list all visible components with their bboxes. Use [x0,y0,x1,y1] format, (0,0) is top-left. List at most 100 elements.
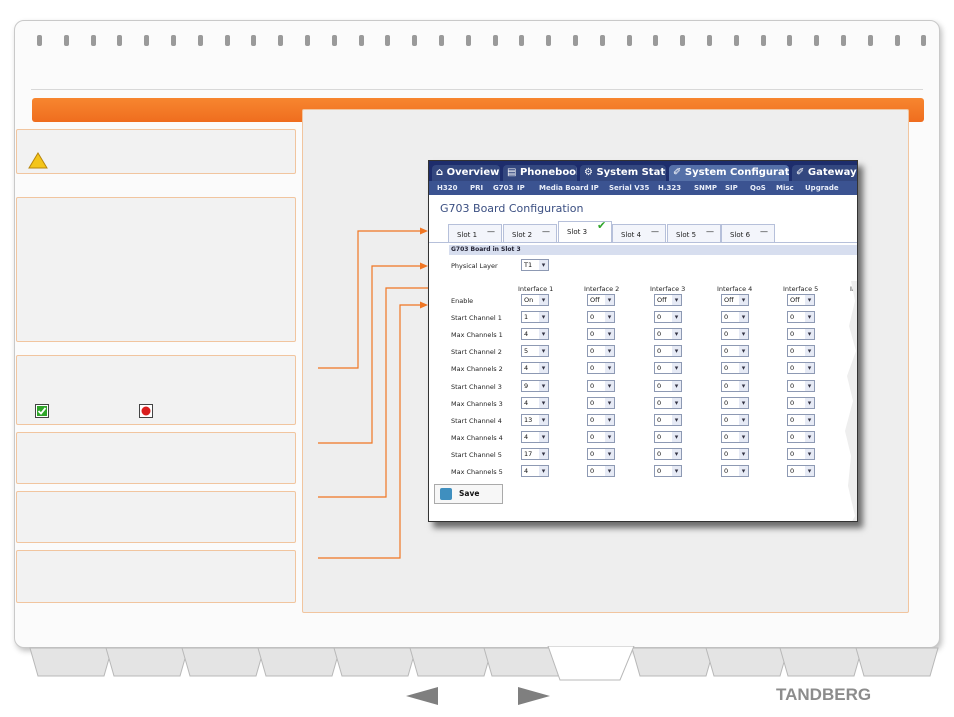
chapter-tab[interactable] [631,647,715,677]
channel-select[interactable]: 0 [587,396,615,409]
subnav-item[interactable]: Misc [776,181,794,195]
channel-select[interactable]: 4 [521,328,549,341]
subnav-item[interactable]: QoS [750,181,766,195]
chapter-tab[interactable] [105,647,189,677]
channel-select[interactable]: 0 [787,345,815,358]
tab-system-configuration[interactable]: ✐ System Configuration [669,165,789,181]
channel-select[interactable]: 0 [787,413,815,426]
channel-select[interactable]: 0 [787,447,815,460]
channel-select[interactable]: 0 [787,430,815,443]
save-button[interactable]: Save [434,484,503,504]
channel-select[interactable]: 0 [654,413,682,426]
channel-select[interactable]: 0 [587,413,615,426]
chapter-tab[interactable] [409,647,493,677]
channel-select[interactable]: 0 [654,396,682,409]
channel-select[interactable]: Off [587,294,615,306]
physical-layer-value: T1 [524,261,533,269]
channel-select[interactable]: 0 [787,379,815,392]
channel-select[interactable]: 0 [721,396,749,409]
channel-select[interactable]: 0 [587,328,615,341]
channel-select-value: 0 [657,347,662,356]
tab-slot-1[interactable]: Slot 1 — [448,224,502,242]
tab-slot-3[interactable]: Slot 3 ✔ [558,220,612,243]
channel-select[interactable]: 0 [654,362,682,375]
channel-select[interactable]: 0 [587,345,615,358]
channel-select[interactable]: 5 [521,345,549,358]
subnav-item[interactable]: H320 [437,181,457,195]
subnav-item[interactable]: IP [517,181,525,195]
chapter-tab[interactable] [705,647,789,677]
subnav-item[interactable]: Upgrade [805,181,839,195]
channel-select[interactable]: 0 [721,413,749,426]
tab-slot-4[interactable]: Slot 4 — [612,224,666,242]
channel-select[interactable]: 0 [721,379,749,392]
tab-slot-2[interactable]: Slot 2 — [503,224,557,242]
channel-select[interactable]: 0 [787,328,815,341]
channel-select[interactable]: 0 [587,430,615,443]
channel-select[interactable]: 0 [654,465,682,477]
channel-select[interactable]: 0 [654,379,682,392]
tab-system-status[interactable]: ⚙ System Status [580,165,666,181]
channel-select[interactable]: 0 [654,311,682,324]
channel-select[interactable]: 0 [654,345,682,358]
tab-overview[interactable]: ⌂ Overview [432,165,500,181]
channel-select[interactable]: 0 [654,447,682,460]
channel-select[interactable]: 9 [521,379,549,392]
channel-select[interactable]: 4 [521,430,549,443]
chapter-tab-active[interactable] [547,646,635,681]
channel-select[interactable]: 1 [521,311,549,324]
subnav-item[interactable]: G703 [493,181,513,195]
channel-select[interactable]: 17 [521,447,549,460]
channel-select[interactable]: 0 [721,311,749,324]
channel-select-value: 0 [790,398,795,407]
subnav-item[interactable]: H.323 [658,181,681,195]
chapter-tab[interactable] [257,647,341,677]
physical-layer-label: Physical Layer [451,262,498,270]
chapter-tab[interactable] [779,647,863,677]
channel-select[interactable]: 0 [587,311,615,324]
channel-select[interactable]: 4 [521,362,549,375]
channel-select[interactable]: 0 [721,465,749,477]
channel-select[interactable]: 0 [587,465,615,477]
channel-select[interactable]: 0 [587,379,615,392]
channel-select[interactable]: 0 [787,465,815,477]
slot-tab-label: Slot 4 [621,231,642,239]
channel-select[interactable]: 0 [721,430,749,443]
subnav-item[interactable]: SIP [725,181,738,195]
channel-select[interactable]: Off [721,294,749,306]
channel-select-value: 4 [524,432,529,441]
channel-select[interactable]: 0 [721,362,749,375]
subnav-item[interactable]: Media Board IP [539,181,599,195]
chapter-tab[interactable] [333,647,417,677]
channel-select[interactable]: 0 [787,362,815,375]
channel-select[interactable]: 0 [654,430,682,443]
subnav-item[interactable]: PRI [470,181,483,195]
channel-select[interactable]: 4 [521,465,549,477]
channel-select[interactable]: 0 [587,362,615,375]
tab-slot-6[interactable]: Slot 6 — [721,224,775,242]
channel-select[interactable]: On [521,294,549,306]
channel-select[interactable]: 4 [521,396,549,409]
channel-select[interactable]: 13 [521,413,549,426]
channel-select[interactable]: 0 [587,447,615,460]
chapter-tab[interactable] [181,647,265,677]
channel-select[interactable]: Off [654,294,682,306]
channel-select[interactable]: 0 [787,311,815,324]
channel-select-value: 0 [790,381,795,390]
channel-select[interactable]: 0 [654,328,682,341]
physical-layer-select[interactable]: T1 [521,259,549,271]
tab-slot-5[interactable]: Slot 5 — [667,224,721,242]
channel-select[interactable]: 0 [787,396,815,409]
channel-select[interactable]: 0 [721,345,749,358]
arrow-left-icon[interactable] [406,686,438,706]
tab-gateway[interactable]: ✐ Gateway C [792,165,857,181]
channel-select[interactable]: 0 [721,447,749,460]
tab-phonebook[interactable]: ▤ Phonebook [503,165,577,181]
subnav-item[interactable]: Serial V35 [609,181,649,195]
chapter-tab[interactable] [29,647,113,677]
channel-select[interactable]: 0 [721,328,749,341]
subnav-item[interactable]: SNMP [694,181,717,195]
channel-select[interactable]: Off [787,294,815,306]
chapter-tab[interactable] [855,647,939,677]
arrow-right-icon[interactable] [518,686,550,706]
